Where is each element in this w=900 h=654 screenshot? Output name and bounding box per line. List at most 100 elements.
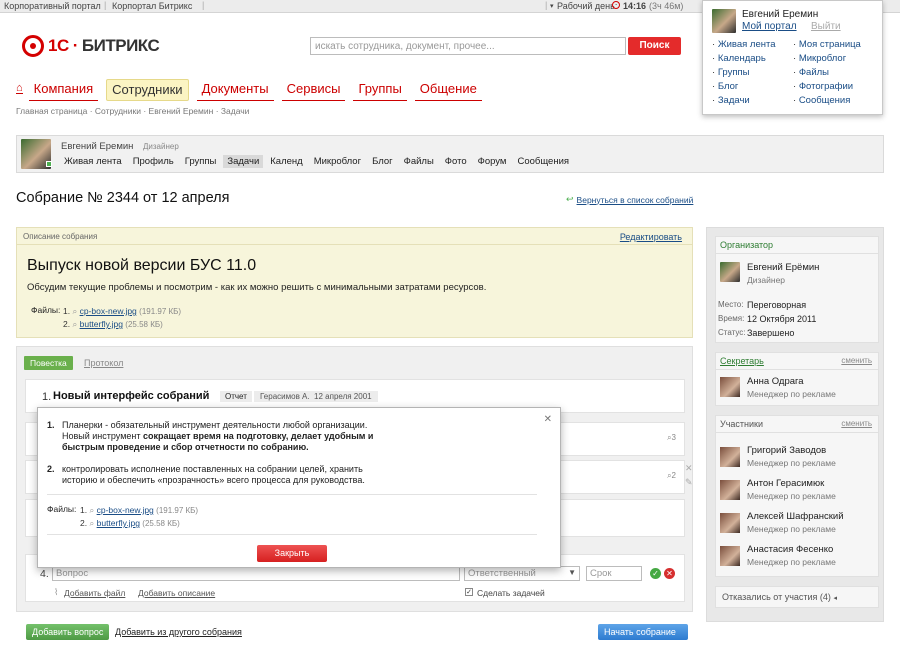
start-meeting-button[interactable]: Начать собрание (598, 624, 688, 640)
online-status-icon (46, 161, 52, 167)
user-link-blog[interactable]: Блог (718, 81, 739, 92)
confirm-icon[interactable]: ✓ (650, 568, 661, 579)
secretary-name[interactable]: Анна Одрага (747, 376, 804, 387)
change-participants-link[interactable]: сменить (841, 419, 872, 428)
user-link-files[interactable]: Файлы (799, 67, 829, 78)
portal-link[interactable]: Корпоративный портал (4, 1, 101, 11)
file-link[interactable]: cp-box-new.jpg (97, 505, 154, 515)
close-icon[interactable]: ✕ (544, 414, 552, 425)
search-button[interactable]: Поиск (628, 37, 681, 55)
nav-company[interactable]: Компания (28, 79, 99, 101)
user-link-calendar[interactable]: Календарь (718, 53, 766, 64)
tab-protocol[interactable]: Протокол (84, 358, 123, 368)
tab-profile[interactable]: Профиль (129, 155, 178, 168)
tab-groups[interactable]: Группы (181, 155, 221, 168)
page-title: Собрание № 2344 от 12 апреля (16, 190, 230, 206)
nav-documents[interactable]: Документы (196, 79, 274, 101)
participant-role: Менеджер по рекламе (747, 458, 836, 468)
deadline-input[interactable]: Срок (586, 566, 642, 581)
tab-photo[interactable]: Фото (441, 155, 471, 168)
participants-panel: Участники сменить Григорий Заводов Менед… (715, 415, 879, 577)
user-menu-popup: Евгений Еремин Мой портал Выйти · Живая … (702, 0, 883, 115)
delete-icon[interactable]: ✕ (685, 461, 693, 475)
workday-arrow-icon: ▾ (550, 3, 554, 10)
logo[interactable]: 1С · БИТРИКС (22, 35, 160, 57)
organizer-name[interactable]: Евгений Ерёмин (747, 262, 819, 273)
breadcrumb-home[interactable]: Главная страница (16, 106, 87, 116)
main-nav: ⌂ Компания Сотрудники Документы Сервисы … (16, 79, 490, 101)
edit-icon[interactable]: ✎ (685, 475, 693, 489)
profile-name[interactable]: Евгений Еремин (61, 141, 133, 152)
item-details-popup: ✕ 1. Планерки - обязательный инструмент … (37, 407, 561, 568)
declined-toggle[interactable]: Отказались от участия (4) ◂ (715, 586, 879, 608)
report-meta: Герасимов А. 12 апреля 2001 (254, 391, 378, 402)
participant-avatar[interactable] (720, 480, 740, 500)
nav-communication[interactable]: Общение (414, 79, 482, 101)
cancel-icon[interactable]: ✕ (664, 568, 675, 579)
files-label: Файлы: (31, 305, 61, 315)
make-task-checkbox[interactable]: ✓ (465, 588, 473, 596)
breadcrumb-user[interactable]: Евгений Еремин (149, 106, 214, 116)
workday-label[interactable]: Рабочий день: (557, 1, 617, 11)
participant-name[interactable]: Анастасия Фесенко (747, 544, 833, 555)
description-heading: Выпуск новой версии БУС 11.0 (27, 257, 257, 274)
user-link-microblog[interactable]: Микроблог (799, 53, 846, 64)
tab-blog[interactable]: Блог (368, 155, 397, 168)
description-label: Описание собрания (23, 232, 98, 241)
tab-forum[interactable]: Форум (474, 155, 511, 168)
report-badge[interactable]: Отчет (220, 391, 252, 402)
tab-feed[interactable]: Живая лента (60, 155, 126, 168)
organizer-label: Организатор (716, 237, 878, 254)
participant-avatar[interactable] (720, 546, 740, 566)
tab-messages[interactable]: Сообщения (513, 155, 573, 168)
add-from-other-link[interactable]: Добавить из другого собрания (115, 627, 242, 637)
nav-employees[interactable]: Сотрудники (106, 79, 189, 101)
user-link-tasks[interactable]: Задачи (718, 95, 750, 106)
nav-groups[interactable]: Группы (353, 79, 407, 101)
user-link-feed[interactable]: Живая лента (718, 39, 776, 50)
participant-name[interactable]: Григорий Заводов (747, 445, 826, 456)
add-file-link[interactable]: Добавить файл (64, 588, 125, 598)
breadcrumb-employees[interactable]: Сотрудники (95, 106, 141, 116)
tab-tasks[interactable]: Задачи (223, 155, 264, 168)
nav-services[interactable]: Сервисы (281, 79, 346, 101)
responsible-select[interactable]: Ответственный ▼ (464, 566, 580, 581)
back-to-list-link[interactable]: Вернуться в список собраний (577, 195, 694, 205)
search-input[interactable]: искать сотрудника, документ, прочее... (310, 37, 626, 55)
logout-link[interactable]: Выйти (811, 21, 841, 32)
edit-description-link[interactable]: Редактировать (620, 232, 682, 242)
comments-count: ⌕2 (667, 471, 676, 480)
user-link-photos[interactable]: Фотографии (799, 81, 853, 92)
file-link[interactable]: butterfly.jpg (97, 518, 140, 528)
participant-avatar[interactable] (720, 513, 740, 533)
tab-files[interactable]: Файлы (400, 155, 438, 168)
user-avatar[interactable] (712, 9, 736, 33)
home-icon[interactable]: ⌂ (16, 79, 23, 94)
my-portal-link[interactable]: Мой портал (742, 21, 797, 32)
paperclip-icon: ⌇ (54, 587, 59, 597)
add-question-button[interactable]: Добавить вопрос (26, 624, 110, 640)
file-link[interactable]: butterfly.jpg (80, 319, 123, 329)
file-link[interactable]: cp-box-new.jpg (80, 306, 137, 316)
tab-agenda[interactable]: Повестка (24, 356, 73, 370)
meeting-meta-labels: Место: Время: Статус: (718, 300, 746, 337)
participant-name[interactable]: Алексей Шафранский (747, 511, 844, 522)
organizer-avatar[interactable] (720, 262, 740, 282)
secretary-avatar[interactable] (720, 377, 740, 397)
question-input[interactable]: Вопрос (52, 566, 460, 581)
change-secretary-link[interactable]: сменить (841, 356, 872, 365)
add-description-link[interactable]: Добавить описание (138, 588, 215, 598)
clock-icon (612, 1, 620, 9)
participant-name[interactable]: Антон Герасимюк (747, 478, 824, 489)
user-link-my-page[interactable]: Моя страница (799, 39, 861, 50)
agenda-item-title: Новый интерфейс собраний (53, 390, 210, 402)
tab-microblog[interactable]: Микроблог (310, 155, 365, 168)
close-button[interactable]: Закрыть (257, 545, 327, 562)
tab-calendar[interactable]: Календ (266, 155, 306, 168)
popup-paragraph-1: Планерки - обязательный инструмент деяте… (62, 420, 374, 452)
secretary-role: Менеджер по рекламе (747, 389, 836, 399)
intranet-link[interactable]: Корпортал Битрикс (112, 1, 192, 11)
participant-avatar[interactable] (720, 447, 740, 467)
user-link-messages[interactable]: Сообщения (799, 95, 851, 106)
user-link-groups[interactable]: Группы (718, 67, 750, 78)
